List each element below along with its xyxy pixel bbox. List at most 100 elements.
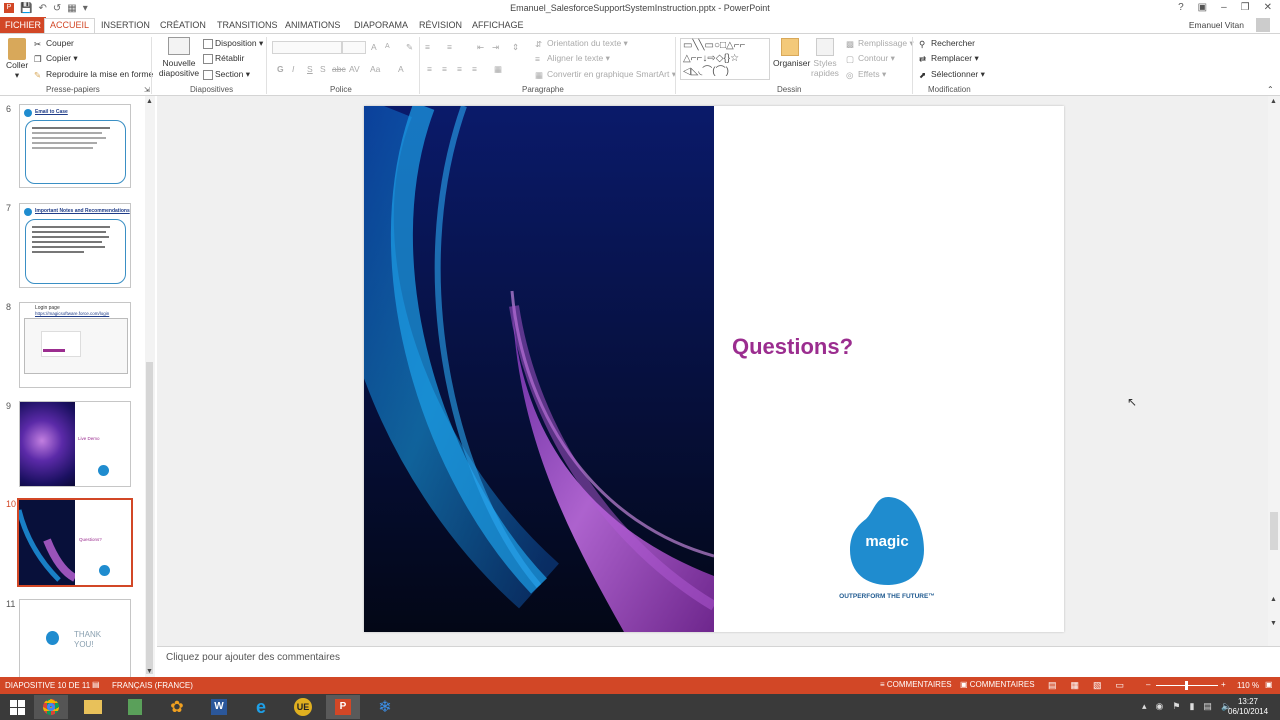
format-painter-button[interactable]: ✎ Reproduire la mise en forme <box>34 69 153 80</box>
font-size-input[interactable] <box>342 41 366 54</box>
cut-button[interactable]: ✂ Couper <box>34 38 74 49</box>
shrink-font-button[interactable]: A <box>385 43 390 50</box>
paste-button[interactable]: Coller ▾ <box>6 38 28 81</box>
font-name-input[interactable] <box>272 41 342 54</box>
slide-thumbnail-10[interactable]: Questions? <box>17 498 133 587</box>
restore-icon[interactable]: ❐ <box>1241 2 1250 13</box>
slide-thumbnail-9[interactable]: Live Demo <box>19 401 131 487</box>
align-text-button[interactable]: ≡ Aligner le texte ▾ <box>535 53 610 64</box>
slide-scrollbar[interactable]: ▲ ▲ ▼ <box>1268 96 1280 646</box>
app-flower-icon[interactable]: ✿ <box>160 695 194 719</box>
help-icon[interactable]: ? <box>1178 2 1184 13</box>
font-color-button[interactable]: A <box>398 64 404 74</box>
avatar[interactable] <box>1256 18 1270 32</box>
start-button[interactable] <box>0 695 34 719</box>
numbering-icon[interactable]: ≡ <box>447 42 452 52</box>
align-center-icon[interactable]: ≡ <box>442 64 447 74</box>
internet-explorer-icon[interactable]: e <box>244 695 278 719</box>
ultraedit-icon[interactable]: UE <box>286 695 320 719</box>
slide-thumbnail-8[interactable]: Login page https://magicsoftware.force.c… <box>19 302 131 388</box>
zoom-in-icon[interactable]: + <box>1221 680 1226 689</box>
clock[interactable]: 13:27 06/10/2014 <box>1228 697 1268 717</box>
zoom-slider-thumb[interactable] <box>1185 681 1188 690</box>
scroll-up-icon[interactable]: ▲ <box>1270 98 1277 105</box>
scrollbar-thumb[interactable] <box>1270 512 1278 550</box>
fit-slide-icon[interactable]: ▣ <box>1265 680 1273 689</box>
scrollbar-thumb[interactable] <box>146 362 153 674</box>
chrome-icon[interactable] <box>34 695 68 719</box>
increase-indent-icon[interactable]: ⇥ <box>492 42 499 53</box>
clear-format-icon[interactable]: ✎ <box>406 42 413 53</box>
current-slide[interactable]: Questions? magic OUTPERFORM THE FUTURE™ <box>364 106 1064 632</box>
dialog-launcher-icon[interactable]: ⇲ <box>144 86 150 94</box>
italic-button[interactable]: I <box>292 64 294 74</box>
tab-animations[interactable]: ANIMATIONS <box>280 19 345 34</box>
copy-button[interactable]: ❐ Copier ▾ <box>34 53 78 64</box>
arrange-button[interactable]: Organiser <box>773 38 810 68</box>
tab-fichier[interactable]: FICHIER <box>0 17 46 34</box>
grow-font-button[interactable]: A <box>371 42 377 52</box>
align-left-icon[interactable]: ≡ <box>427 64 432 74</box>
prev-slide-icon[interactable]: ▲ <box>1270 596 1277 603</box>
reset-button[interactable]: Rétablir <box>203 53 244 64</box>
user-name[interactable]: Emanuel Vitan <box>1189 20 1244 30</box>
shape-fill-button[interactable]: ▩ Remplissage ▾ <box>846 38 914 49</box>
select-button[interactable]: ⬈ Sélectionner ▾ <box>919 69 985 80</box>
action-center-icon[interactable]: ⚑ <box>1172 701 1180 712</box>
tab-accueil[interactable]: ACCUEIL <box>44 18 96 34</box>
align-right-icon[interactable]: ≡ <box>457 64 462 74</box>
slide-thumbnail-11[interactable]: THANK YOU! <box>19 599 131 677</box>
strikethrough-button[interactable]: abc <box>332 64 346 74</box>
normal-view-icon[interactable]: ▤ <box>1048 680 1057 691</box>
app-snowflake-icon[interactable]: ❄ <box>368 695 402 719</box>
collapse-ribbon-icon[interactable]: ⌃ <box>1267 85 1274 94</box>
underline-button[interactable]: S <box>307 64 313 74</box>
shape-effects-button[interactable]: ◎ Effets ▾ <box>846 69 886 80</box>
notes-pane[interactable]: Cliquez pour ajouter des commentaires <box>157 646 1280 677</box>
zoom-out-icon[interactable]: – <box>1146 680 1150 689</box>
char-spacing-button[interactable]: AV <box>349 64 360 74</box>
slide-heading[interactable]: Questions? <box>732 334 853 360</box>
language-indicator[interactable]: FRANÇAIS (FRANCE) <box>112 681 193 690</box>
close-icon[interactable]: ✕ <box>1264 2 1272 13</box>
quick-styles-button[interactable]: Styles rapides <box>810 38 840 78</box>
new-slide-button[interactable]: Nouvelle diapositive <box>157 37 201 78</box>
decrease-indent-icon[interactable]: ⇤ <box>477 42 484 53</box>
columns-icon[interactable]: ▦ <box>494 64 502 75</box>
tab-diaporama[interactable]: DIAPORAMA <box>349 19 413 34</box>
justify-icon[interactable]: ≡ <box>472 64 477 74</box>
tab-insertion[interactable]: INSERTION <box>96 19 155 34</box>
scroll-down-icon[interactable]: ▼ <box>146 668 153 675</box>
notes-placeholder[interactable]: Cliquez pour ajouter des commentaires <box>166 652 340 663</box>
notepad-icon[interactable] <box>118 695 152 719</box>
shapes-gallery[interactable]: ▭╲╲▭○□△⌐⌐ △⌐⌐↓⇨◇{}☆ ◁◺◟⌒(⌒) <box>680 38 770 80</box>
scroll-up-icon[interactable]: ▲ <box>146 98 153 105</box>
thumbnail-scrollbar[interactable]: ▲ ▼ <box>145 96 155 677</box>
tab-revision[interactable]: RÉVISION <box>414 19 467 34</box>
layout-button[interactable]: Disposition ▾ <box>203 38 263 49</box>
slide-sorter-icon[interactable]: ▦ <box>1071 680 1080 691</box>
section-button[interactable]: Section ▾ <box>203 69 250 80</box>
ribbon-display-icon[interactable]: ▣ <box>1198 2 1207 13</box>
comments-toggle-button[interactable]: ▣ COMMENTAIRES <box>960 680 1035 689</box>
next-slide-icon[interactable]: ▼ <box>1270 620 1277 627</box>
tab-creation[interactable]: CRÉATION <box>155 19 211 34</box>
bullets-icon[interactable]: ≡ <box>425 42 430 52</box>
shape-outline-button[interactable]: ▢ Contour ▾ <box>846 53 895 64</box>
powerpoint-taskbar-icon[interactable]: P <box>326 695 360 719</box>
shadow-button[interactable]: S <box>320 64 326 74</box>
reading-view-icon[interactable]: ▧ <box>1093 680 1102 691</box>
tray-expand-icon[interactable]: ▴ <box>1142 701 1147 712</box>
change-case-button[interactable]: Aa <box>370 64 380 74</box>
network-icon[interactable]: ▤ <box>1203 701 1212 712</box>
tab-affichage[interactable]: AFFICHAGE <box>467 19 529 34</box>
line-spacing-icon[interactable]: ⇕ <box>512 42 519 53</box>
replace-button[interactable]: ⇄ Remplacer ▾ <box>919 53 979 64</box>
tray-app-icon[interactable]: ◉ <box>1156 701 1164 712</box>
tab-transitions[interactable]: TRANSITIONS <box>212 19 283 34</box>
slideshow-view-icon[interactable]: ▭ <box>1116 680 1125 691</box>
zoom-level[interactable]: 110 % <box>1237 681 1259 690</box>
file-explorer-icon[interactable] <box>76 695 110 719</box>
slide-thumbnail-7[interactable]: Important Notes and Recommendations <box>19 203 131 288</box>
text-direction-button[interactable]: ⇵ Orientation du texte ▾ <box>535 38 628 49</box>
